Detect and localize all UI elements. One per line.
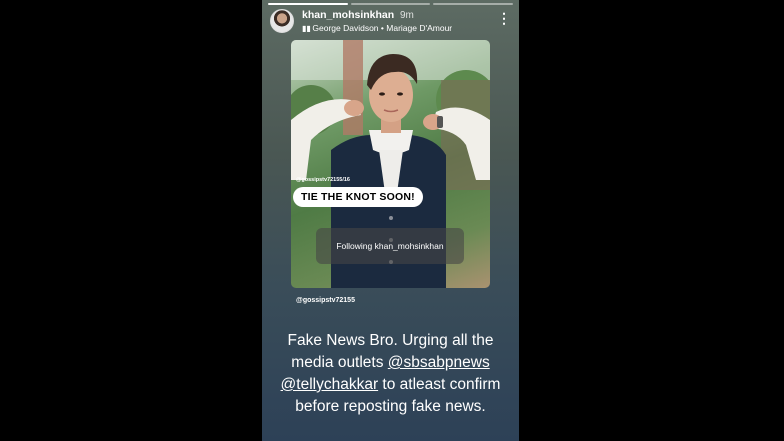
music-artist: George Davidson	[312, 23, 379, 33]
repost-source-handle[interactable]: @gossipstv72155	[296, 297, 355, 304]
mention-link[interactable]: @tellychakkar	[281, 376, 379, 393]
more-vertical-icon[interactable]: ⋮	[497, 10, 511, 26]
watermark-text: @gossipstv72155/16	[296, 177, 350, 183]
music-track: Mariage D'Amour	[386, 23, 453, 33]
progress-segment	[268, 3, 348, 5]
username[interactable]: khan_mohsinkhan	[302, 9, 394, 21]
story-viewer[interactable]: khan_mohsinkhan 9m ▮▮ George Davidson • …	[262, 0, 519, 441]
caption-text: media outlets	[291, 354, 388, 371]
caption-line: before reposting fake news.	[295, 398, 486, 415]
progress-segment	[433, 3, 514, 5]
music-separator: •	[380, 23, 384, 33]
following-overlay[interactable]: Following khan_mohsinkhan	[316, 228, 464, 264]
story-progress-bar	[268, 3, 514, 5]
caption-line: @tellychakkar to atleast confirm	[262, 374, 519, 396]
avatar[interactable]	[270, 9, 294, 33]
music-bars-icon: ▮▮	[302, 24, 311, 33]
caption-text: to atleast confirm	[378, 376, 501, 393]
mention-link[interactable]: @sbsabpnews	[388, 354, 490, 371]
reposted-photo[interactable]: @gossipstv72155/16 TIE THE KNOT SOON! Fo…	[291, 40, 490, 288]
sticker-text: TIE THE KNOT SOON!	[293, 187, 423, 207]
progress-segment	[350, 3, 431, 5]
story-header: khan_mohsinkhan 9m ▮▮ George Davidson • …	[270, 8, 511, 36]
caption-line: Fake News Bro. Urging all the	[287, 332, 494, 349]
caption-line: media outlets @sbsabpnews	[262, 352, 519, 374]
story-caption: Fake News Bro. Urging all the media outl…	[262, 330, 519, 418]
music-info[interactable]: ▮▮ George Davidson • Mariage D'Amour	[302, 23, 452, 33]
post-time: 9m	[400, 10, 414, 21]
